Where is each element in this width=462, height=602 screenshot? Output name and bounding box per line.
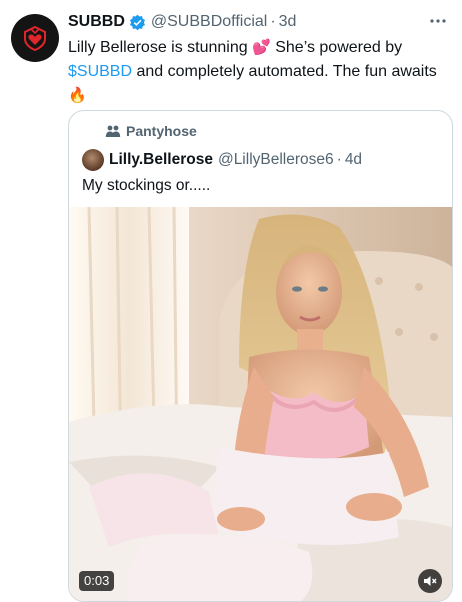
- subbd-logo-icon: [24, 25, 46, 51]
- video-player[interactable]: 0:03: [69, 207, 452, 601]
- verified-badge-icon: [129, 14, 145, 30]
- quoted-tweet[interactable]: Pantyhose Lilly.Bellerose @LillyBelleros…: [68, 110, 453, 602]
- community-label[interactable]: Pantyhose: [105, 123, 197, 139]
- mute-button[interactable]: [418, 569, 442, 593]
- author-handle[interactable]: @SUBBDofficial: [151, 13, 267, 31]
- hearts-emoji: 💕: [252, 39, 271, 56]
- cashtag-link[interactable]: $SUBBD: [68, 63, 132, 80]
- header-separator: ·: [270, 13, 276, 30]
- quote-avatar[interactable]: [82, 149, 104, 171]
- more-icon[interactable]: [428, 14, 448, 28]
- subbd-avatar[interactable]: [11, 14, 59, 62]
- tweet-text-part: and completely automated. The fun awaits: [132, 63, 437, 80]
- tweet-time[interactable]: 3d: [279, 13, 297, 31]
- tweet-text-part: She’s powered by: [270, 39, 403, 56]
- quote-header: Lilly.Bellerose @LillyBellerose6 · 4d: [82, 149, 362, 171]
- tweet-text: Lilly Bellerose is stunning 💕 She’s powe…: [68, 36, 438, 108]
- video-thumbnail: [69, 207, 452, 601]
- quote-author-handle[interactable]: @LillyBellerose6: [218, 151, 334, 169]
- community-icon: [105, 125, 121, 137]
- tweet-text-part: Lilly Bellerose is stunning: [68, 39, 253, 56]
- community-name: Pantyhose: [126, 123, 197, 139]
- author-name[interactable]: SUBBD: [68, 13, 125, 31]
- quote-separator: ·: [336, 151, 342, 168]
- video-duration: 0:03: [79, 571, 115, 591]
- quote-author-name[interactable]: Lilly.Bellerose: [109, 151, 213, 169]
- mute-icon: [424, 576, 437, 586]
- quote-text: My stockings or.....: [82, 177, 211, 194]
- quote-time[interactable]: 4d: [345, 151, 362, 169]
- fire-emoji: 🔥: [68, 87, 87, 104]
- tweet-header: SUBBD @SUBBDofficial · 3d: [68, 13, 296, 31]
